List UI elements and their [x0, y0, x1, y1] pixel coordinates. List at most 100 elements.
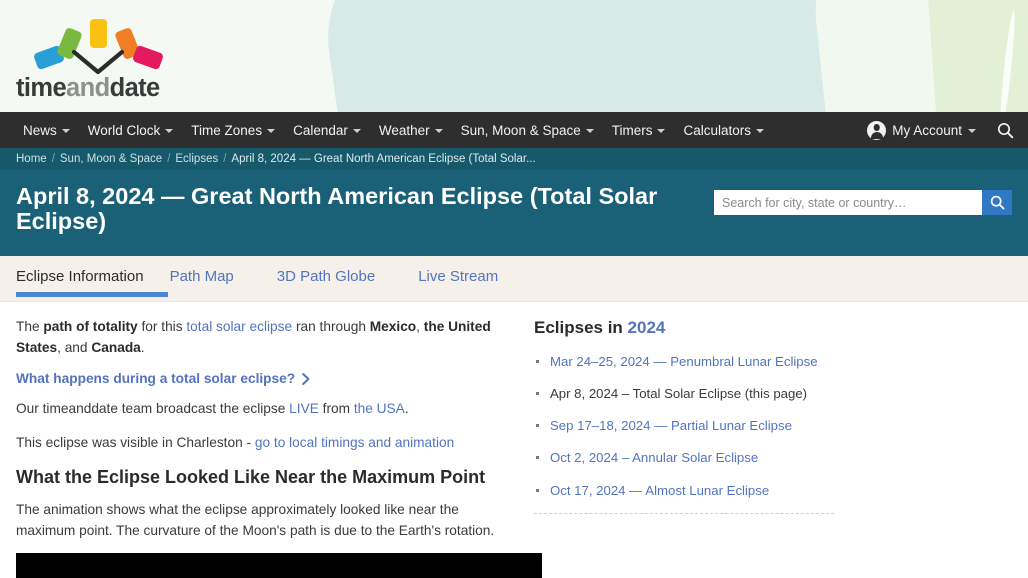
eclipse-animation-player[interactable] [16, 553, 542, 578]
intro-text-6: . [141, 340, 145, 355]
nav-item-time-zones[interactable]: Time Zones [182, 112, 284, 148]
tab-3d-path-globe[interactable]: 3D Path Globe [277, 256, 392, 296]
nav-item-label: Sun, Moon & Space [461, 123, 581, 138]
sidebar-heading-prefix: Eclipses in [534, 318, 628, 337]
nav-item-world-clock[interactable]: World Clock [79, 112, 183, 148]
page-title: April 8, 2024 — Great North American Ecl… [16, 184, 706, 235]
tab-label: Path Map [170, 268, 234, 285]
nav-item-label: Time Zones [191, 123, 262, 138]
logo-word-date: date [110, 74, 160, 102]
intro-text-2: for this [138, 319, 187, 334]
tab-live-stream[interactable]: Live Stream [418, 256, 515, 296]
intro-text-4: , [416, 319, 424, 334]
sidebar-heading-year-link[interactable]: 2024 [628, 318, 666, 337]
search-input[interactable] [714, 190, 982, 215]
intro-bold-canada: Canada [91, 340, 140, 355]
breadcrumb-separator: / [223, 153, 226, 165]
nav-item-calculators[interactable]: Calculators [674, 112, 773, 148]
tab-label: 3D Path Globe [277, 268, 375, 285]
chevron-down-icon [756, 129, 764, 133]
link-live[interactable]: LIVE [289, 401, 319, 416]
intro-text-1: The [16, 319, 43, 334]
nav-item-news[interactable]: News [14, 112, 79, 148]
user-avatar-icon [867, 121, 886, 140]
breadcrumb-separator: / [167, 153, 170, 165]
timeanddate-logo[interactable]: timeanddate [16, 8, 184, 104]
list-item-current: Apr 8, 2024 – Total Solar Eclipse (this … [550, 384, 880, 403]
logo-word-time: time [16, 74, 66, 102]
logo-mark-icon [16, 8, 184, 78]
link-the-usa[interactable]: the USA [354, 401, 405, 416]
chevron-down-icon [267, 129, 275, 133]
main-column: The path of totality for this total sola… [0, 302, 526, 534]
breadcrumb-item-eclipses[interactable]: Eclipses [175, 153, 218, 165]
chevron-down-icon [968, 129, 976, 133]
nav-item-sun-moon-space[interactable]: Sun, Moon & Space [452, 112, 603, 148]
nav-item-label: Calendar [293, 123, 348, 138]
search-submit-button[interactable] [982, 190, 1012, 215]
chevron-down-icon [657, 129, 665, 133]
intro-paragraph: The path of totality for this total sola… [16, 316, 510, 358]
section-body-maximum-point: The animation shows what the eclipse app… [16, 499, 510, 541]
broadcast-text-1: Our timeanddate team broadcast the eclip… [16, 401, 289, 416]
what-happens-link[interactable]: What happens during a total solar eclips… [16, 371, 310, 386]
chevron-down-icon [435, 129, 443, 133]
tab-label: Eclipse Information [16, 268, 144, 285]
visibility-text-1: This eclipse was visible in Charleston - [16, 435, 255, 450]
nav-search-button[interactable] [982, 112, 1028, 148]
nav-item-weather[interactable]: Weather [370, 112, 452, 148]
breadcrumb-item-home[interactable]: Home [16, 153, 47, 165]
main-navigation: News World Clock Time Zones Calendar Wea… [0, 112, 1028, 148]
page-title-bar: April 8, 2024 — Great North American Ecl… [0, 170, 1028, 256]
nav-item-label: Calculators [683, 123, 751, 138]
visibility-paragraph: This eclipse was visible in Charleston -… [16, 432, 510, 453]
broadcast-paragraph: Our timeanddate team broadcast the eclip… [16, 398, 510, 419]
sidebar-heading-eclipses-in-year: Eclipses in 2024 [534, 318, 1008, 338]
my-account-label: My Account [892, 123, 962, 138]
my-account-menu[interactable]: My Account [861, 112, 982, 148]
site-header: timeanddate [0, 0, 1028, 112]
breadcrumb-item-sun-moon-space[interactable]: Sun, Moon & Space [60, 153, 162, 165]
chevron-right-icon [302, 373, 310, 385]
chevron-down-icon [586, 129, 594, 133]
chevron-down-icon [353, 129, 361, 133]
nav-item-label: World Clock [88, 123, 161, 138]
intro-bold-mexico: Mexico [370, 319, 416, 334]
list-item[interactable]: Oct 2, 2024 – Annular Solar Eclipse [550, 448, 836, 467]
search-icon [997, 122, 1014, 139]
logo-wordmark: timeanddate [16, 74, 160, 103]
intro-bold-path-of-totality: path of totality [43, 319, 137, 334]
tab-eclipse-information[interactable]: Eclipse Information [16, 256, 144, 296]
intro-text-5: , and [57, 340, 91, 355]
tab-path-map[interactable]: Path Map [170, 256, 251, 296]
section-heading-maximum-point: What the Eclipse Looked Like Near the Ma… [16, 467, 510, 489]
nav-item-timers[interactable]: Timers [603, 112, 675, 148]
content-tabs: Eclipse Information Path Map 3D Path Glo… [0, 256, 1028, 302]
list-item[interactable]: Mar 24–25, 2024 — Penumbral Lunar Eclips… [550, 352, 836, 371]
nav-item-label: News [23, 123, 57, 138]
link-local-timings-animation[interactable]: go to local timings and animation [255, 435, 454, 450]
broadcast-text-3: . [405, 401, 409, 416]
list-item[interactable]: Oct 17, 2024 — Almost Lunar Eclipse [550, 481, 836, 500]
search-icon [990, 195, 1005, 210]
broadcast-text-2: from [319, 401, 354, 416]
chevron-down-icon [165, 129, 173, 133]
nav-item-label: Weather [379, 123, 430, 138]
tab-label: Live Stream [418, 268, 498, 285]
intro-text-3: ran through [292, 319, 370, 334]
page-content: The path of totality for this total sola… [0, 302, 1028, 534]
link-total-solar-eclipse[interactable]: total solar eclipse [186, 319, 292, 334]
logo-word-and: and [66, 74, 110, 102]
breadcrumb: Home / Sun, Moon & Space / Eclipses / Ap… [0, 148, 1028, 170]
nav-item-label: Timers [612, 123, 653, 138]
breadcrumb-separator: / [52, 153, 55, 165]
eclipses-list: Mar 24–25, 2024 — Penumbral Lunar Eclips… [534, 352, 1008, 500]
breadcrumb-current-page: April 8, 2024 — Great North American Ecl… [231, 153, 535, 165]
what-happens-label: What happens during a total solar eclips… [16, 371, 295, 386]
chevron-down-icon [62, 129, 70, 133]
sidebar-column: Eclipses in 2024 Mar 24–25, 2024 — Penum… [526, 302, 1028, 534]
list-item[interactable]: Sep 17–18, 2024 — Partial Lunar Eclipse [550, 416, 836, 435]
nav-item-calendar[interactable]: Calendar [284, 112, 370, 148]
sidebar-divider [534, 513, 834, 514]
location-search [714, 190, 1012, 215]
